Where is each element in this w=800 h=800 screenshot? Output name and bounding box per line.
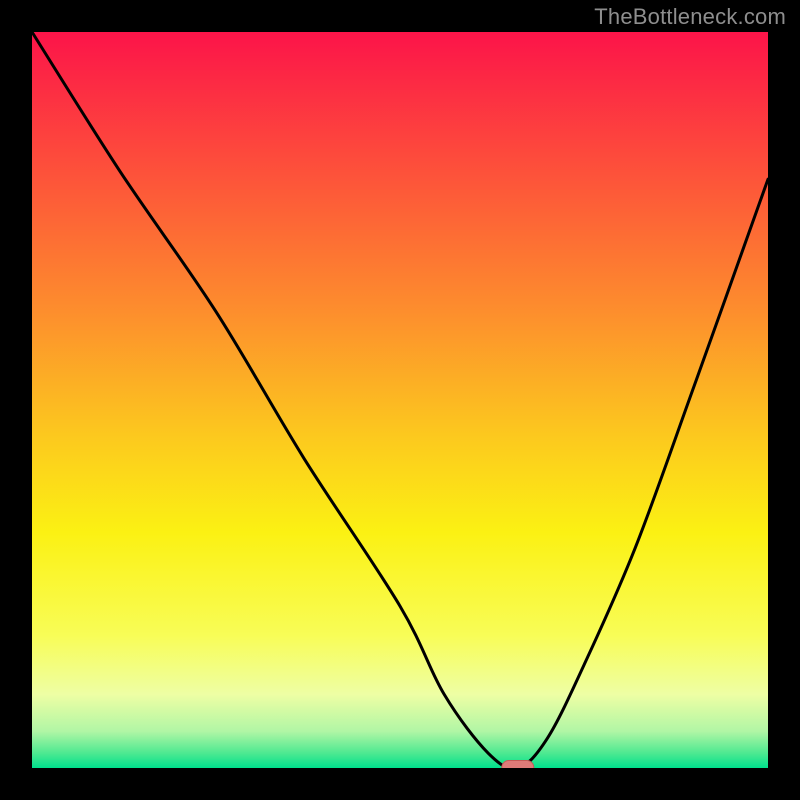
chart-container: TheBottleneck.com <box>0 0 800 800</box>
plot-background <box>32 32 768 768</box>
bottleneck-chart <box>0 0 800 800</box>
watermark-text: TheBottleneck.com <box>594 4 786 30</box>
